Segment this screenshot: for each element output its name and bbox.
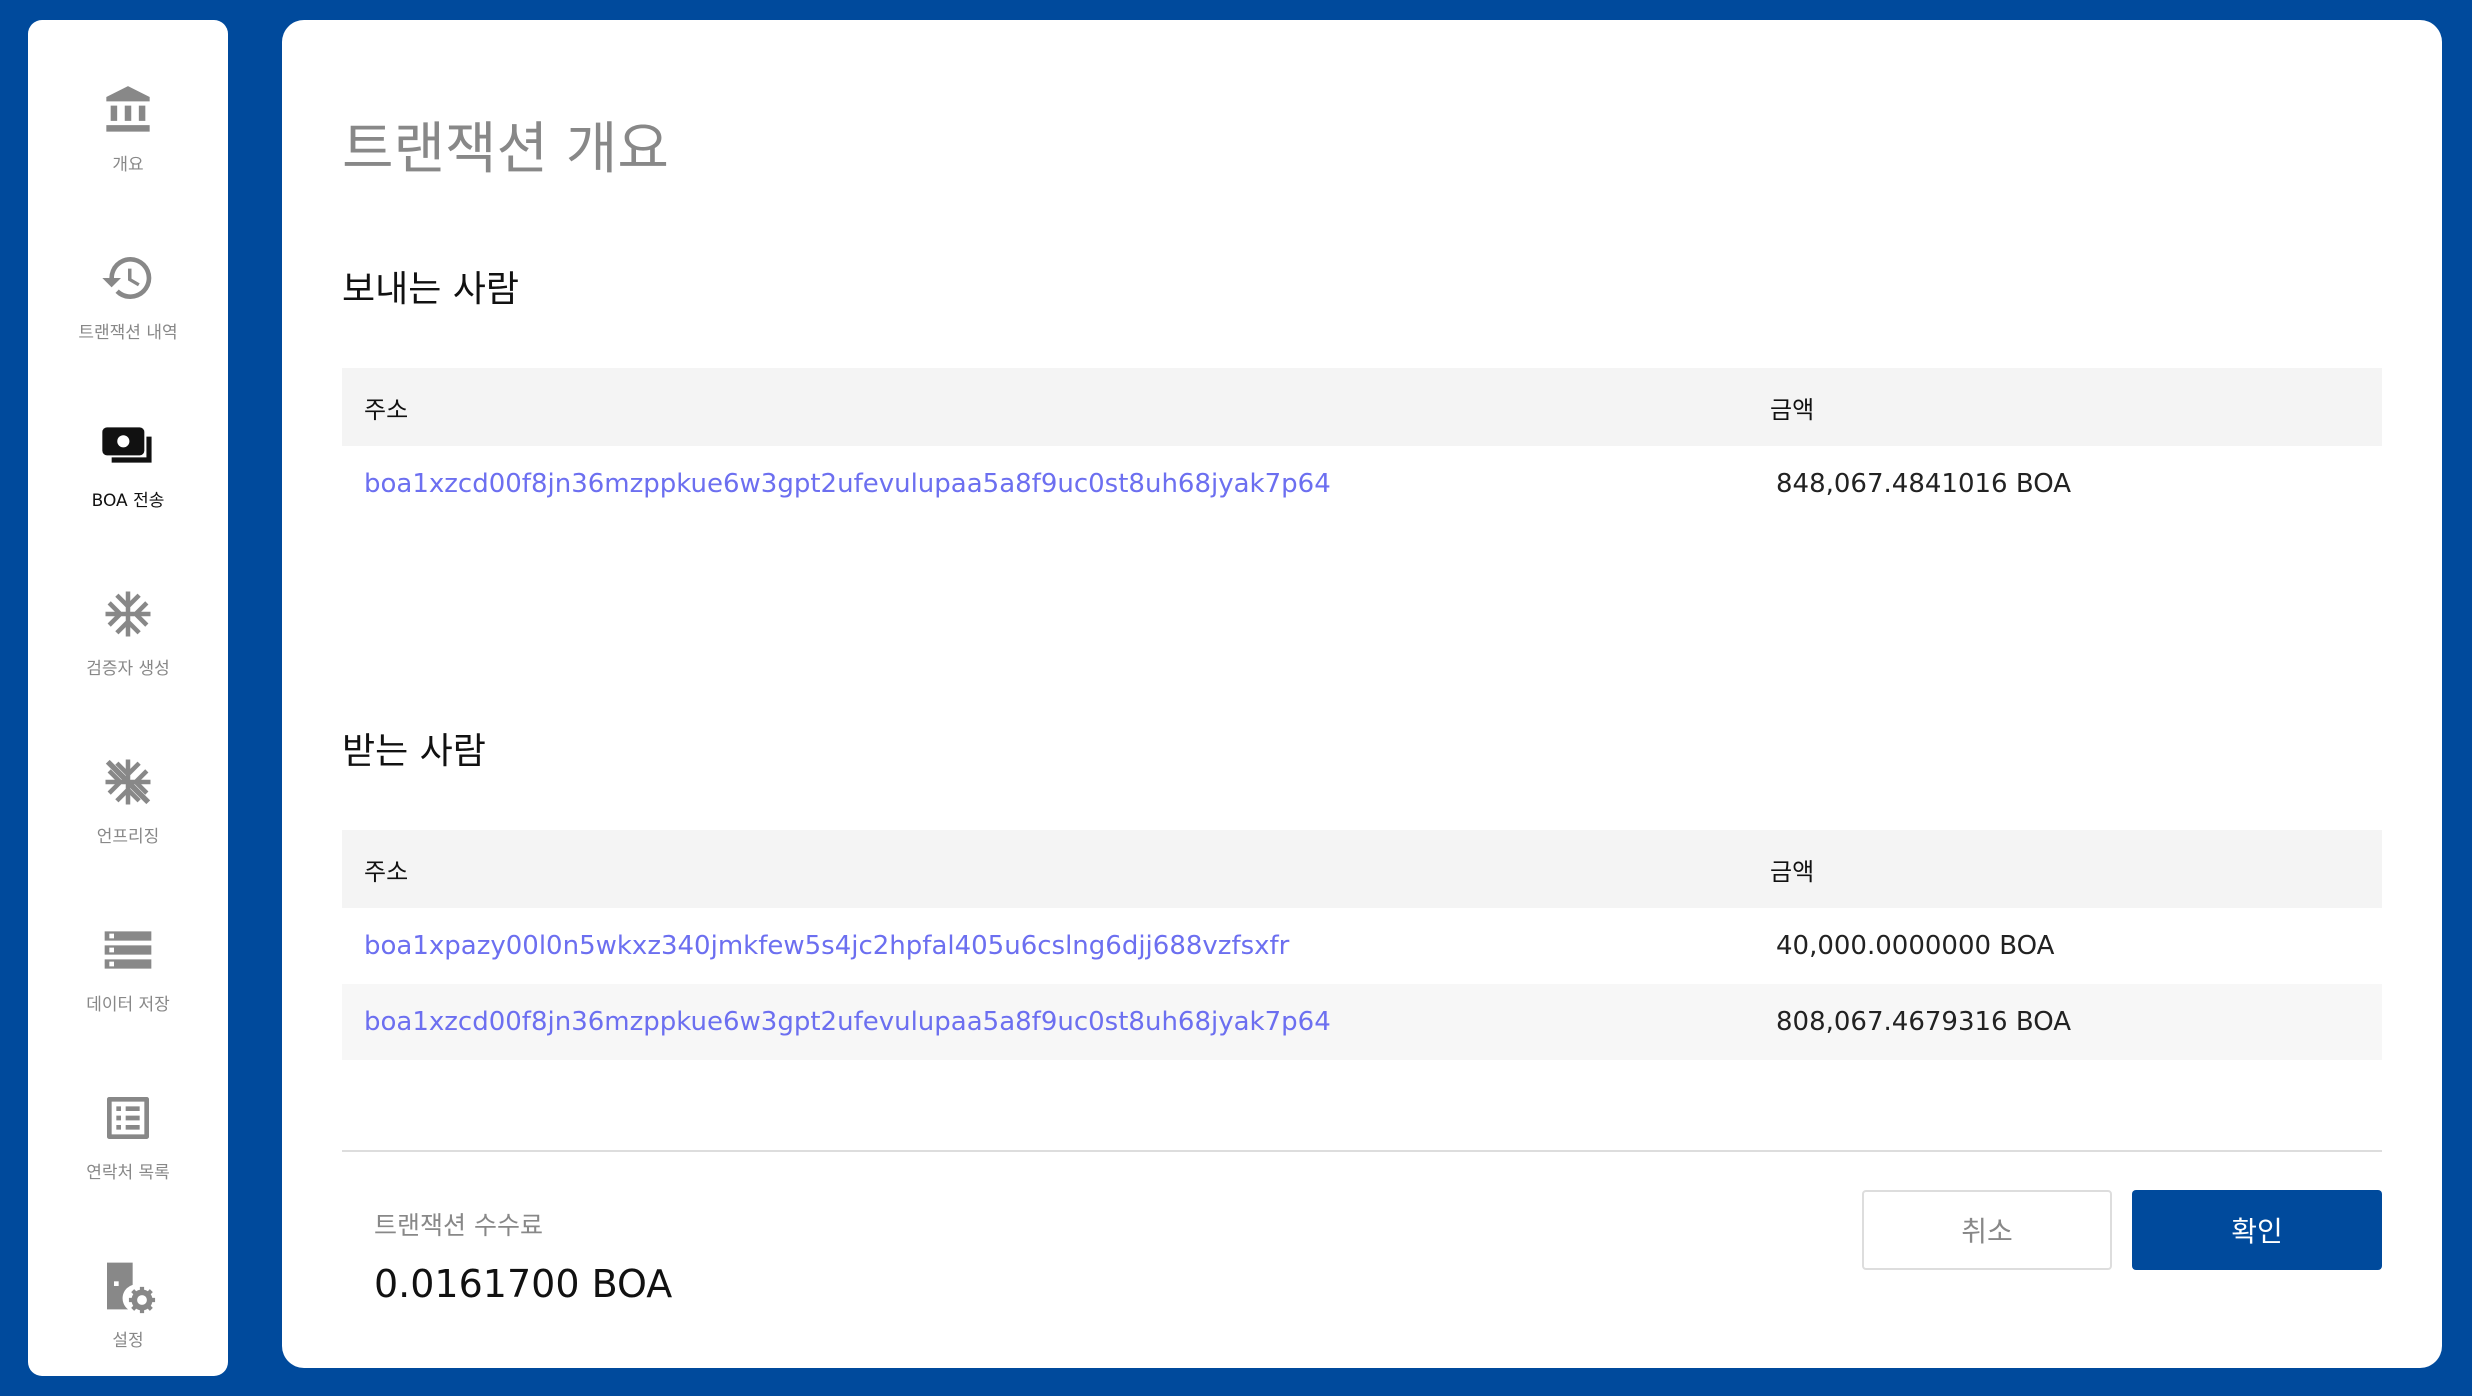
table-header: 주소 금액 xyxy=(342,368,2382,446)
table-header: 주소 금액 xyxy=(342,830,2382,908)
sidebar-item-label: 언프리징 xyxy=(96,827,160,847)
settings-icon xyxy=(100,1258,156,1314)
sidebar-item-label: 설정 xyxy=(112,1331,144,1351)
table-row: boa1xzcd00f8jn36mzppkue6w3gpt2ufevulupaa… xyxy=(342,446,2382,522)
receiver-table: 주소 금액 boa1xpazy00l0n5wkxz340jmkfew5s4jc2… xyxy=(342,830,2382,1060)
address-link[interactable]: boa1xpazy00l0n5wkxz340jmkfew5s4jc2hpfal4… xyxy=(342,931,1762,961)
storage-icon xyxy=(100,922,156,978)
table-row: boa1xzcd00f8jn36mzppkue6w3gpt2ufevulupaa… xyxy=(342,984,2382,1060)
sidebar-item-unfreezing[interactable]: 언프리징 xyxy=(28,712,228,872)
fee-value: 0.0161700 BOA xyxy=(374,1262,673,1306)
sidebar-item-label: 연락처 목록 xyxy=(86,1163,170,1183)
amount-value: 848,067.4841016 BOA xyxy=(1776,469,2072,499)
sidebar-item-label: 개요 xyxy=(112,155,144,175)
confirm-button[interactable]: 확인 xyxy=(2132,1190,2382,1270)
cancel-button[interactable]: 취소 xyxy=(1862,1190,2112,1270)
snowflake-off-icon xyxy=(100,754,156,810)
sidebar-item-label: 데이터 저장 xyxy=(86,995,170,1015)
amount-value: 808,067.4679316 BOA xyxy=(1776,1007,2072,1037)
sidebar-item-overview[interactable]: 개요 xyxy=(28,40,228,200)
bank-icon xyxy=(100,82,156,138)
amount-column-header: 금액 xyxy=(1770,857,1815,886)
address-column-header: 주소 xyxy=(364,857,409,886)
sidebar-item-label: 트랜잭션 내역 xyxy=(78,323,178,343)
sidebar-item-settings[interactable]: 설정 xyxy=(28,1216,228,1376)
sidebar-item-label: BOA 전송 xyxy=(91,491,165,511)
page-title: 트랜잭션 개요 xyxy=(342,117,669,182)
divider xyxy=(342,1150,2382,1152)
snowflake-icon xyxy=(100,586,156,642)
sidebar-item-data-storage[interactable]: 데이터 저장 xyxy=(28,880,228,1040)
fee-label: 트랜잭션 수수료 xyxy=(374,1211,543,1240)
sidebar-item-history[interactable]: 트랜잭션 내역 xyxy=(28,208,228,368)
sender-table: 주소 금액 boa1xzcd00f8jn36mzppkue6w3gpt2ufev… xyxy=(342,368,2382,522)
contact-list-icon xyxy=(100,1090,156,1146)
address-column-header: 주소 xyxy=(364,395,409,424)
money-transfer-icon xyxy=(100,418,156,474)
address-link[interactable]: boa1xzcd00f8jn36mzppkue6w3gpt2ufevulupaa… xyxy=(342,469,1762,499)
sidebar-item-create-validator[interactable]: 검증자 생성 xyxy=(28,544,228,704)
address-link[interactable]: boa1xzcd00f8jn36mzppkue6w3gpt2ufevulupaa… xyxy=(342,1007,1762,1037)
history-icon xyxy=(100,250,156,306)
table-row: boa1xpazy00l0n5wkxz340jmkfew5s4jc2hpfal4… xyxy=(342,908,2382,984)
sidebar-item-contacts[interactable]: 연락처 목록 xyxy=(28,1048,228,1208)
amount-value: 40,000.0000000 BOA xyxy=(1776,931,2055,961)
transaction-overview-panel: 트랜잭션 개요 보내는 사람 주소 금액 boa1xzcd00f8jn36mzp… xyxy=(282,20,2442,1368)
sender-section-title: 보내는 사람 xyxy=(342,269,520,310)
sidebar: 개요 트랜잭션 내역 BOA 전송 검증자 생성 언프리징 데이터 저장 연락처… xyxy=(28,20,228,1376)
amount-column-header: 금액 xyxy=(1770,395,1815,424)
sidebar-item-boa-transfer[interactable]: BOA 전송 xyxy=(28,376,228,536)
receiver-section-title: 받는 사람 xyxy=(342,731,486,772)
sidebar-item-label: 검증자 생성 xyxy=(86,659,170,679)
